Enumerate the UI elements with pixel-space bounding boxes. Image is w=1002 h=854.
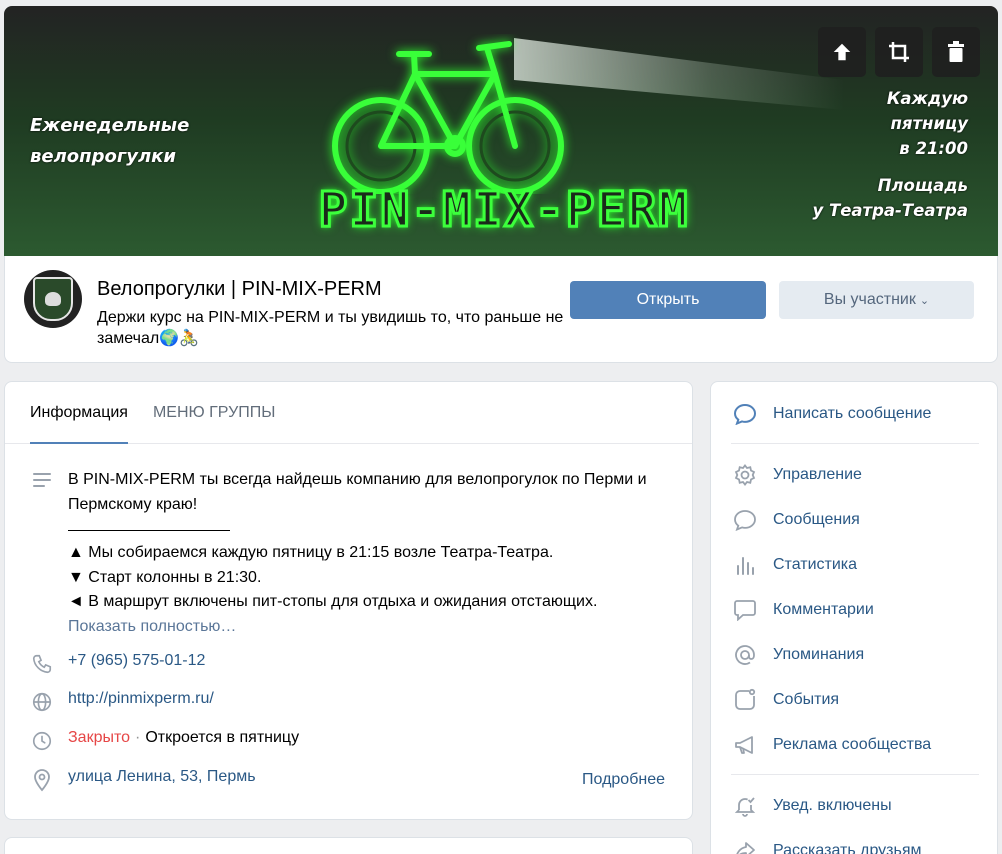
group-avatar[interactable]: [24, 270, 82, 328]
cover-right-line-4: у Театра-Театра: [812, 201, 968, 220]
side-item-ads[interactable]: Реклама сообщества: [732, 731, 931, 759]
side-item-comments[interactable]: Комментарии: [732, 596, 874, 624]
cover-right-line-3: Площадь: [877, 176, 968, 195]
next-card: [4, 837, 693, 854]
phone-number[interactable]: +7 (965) 575-01-12: [68, 652, 205, 670]
cover-right-line-2: в 21:00: [899, 139, 968, 158]
cover-left-line-1: Еженедельные: [30, 115, 190, 136]
gear-icon: [732, 462, 758, 488]
avatar-shield-icon: [33, 277, 73, 321]
share-arrow-icon: [732, 838, 758, 854]
bicycle-illustration: [332, 41, 564, 194]
website-row: http://pinmixperm.ru/: [30, 690, 670, 714]
description-line-3: ▼ Старт колонны в 21:30.: [68, 568, 262, 586]
phone-row: +7 (965) 575-01-12: [30, 652, 670, 676]
cover-image: Еженедельные велопрогулки Каждую пятницу…: [4, 6, 998, 256]
notifications-toggle[interactable]: Увед. включены: [732, 792, 892, 820]
bell-check-icon: [732, 793, 758, 819]
cover-left-caption: Еженедельные велопрогулки: [30, 110, 190, 172]
separator-dot: ·: [135, 729, 141, 746]
side-item-manage[interactable]: Управление: [732, 461, 862, 489]
open-button[interactable]: Открыть: [570, 281, 766, 319]
delete-cover-button[interactable]: [932, 27, 980, 77]
description-row: В PIN-MIX-PERM ты всегда найдешь компани…: [30, 468, 670, 639]
group-status: Держи курс на PIN-MIX-PERM и ты увидишь …: [97, 309, 564, 347]
closed-status: Закрыто: [68, 729, 131, 746]
write-message-label: Написать сообщение: [773, 405, 932, 422]
cover-logo-text: PIN-MIX-PERM: [317, 181, 690, 240]
cover-right-line-1: Каждую пятницу: [886, 89, 968, 133]
cover-right-caption: Каждую пятницу в 21:00 Площадь у Театра-…: [808, 86, 968, 223]
side-item-mentions[interactable]: Упоминания: [732, 641, 864, 669]
side-item-label: Статистика: [773, 556, 858, 573]
description-line-4: ◄ В маршрут включены пит-стопы для отдых…: [68, 593, 598, 610]
opens-text: Откроется в пятницу: [145, 729, 300, 746]
location-pin-icon: [30, 768, 54, 792]
member-dropdown-button[interactable]: Вы участник ⌄: [779, 281, 974, 319]
share-button[interactable]: Рассказать друзьям: [732, 837, 922, 854]
member-button-label: Вы участник: [823, 291, 916, 308]
cover-actions: [818, 27, 980, 77]
trash-icon: [948, 41, 964, 62]
megaphone-icon: [732, 732, 758, 758]
phone-icon: [30, 652, 54, 676]
stats-icon: [732, 552, 758, 578]
write-message-button[interactable]: Написать сообщение: [732, 400, 931, 428]
address-link[interactable]: улица Ленина, 53, Пермь: [68, 768, 256, 786]
side-item-stats[interactable]: Статистика: [732, 551, 857, 579]
globe-icon: [30, 690, 54, 714]
side-item-label: Упоминания: [773, 646, 865, 663]
tabs: Информация МЕНЮ ГРУППЫ: [5, 382, 692, 444]
side-divider: [731, 443, 979, 444]
cover-left-line-2: велопрогулки: [30, 146, 176, 167]
description-icon: [30, 468, 54, 492]
crop-cover-button[interactable]: [875, 27, 923, 77]
side-item-label: Управление: [773, 466, 862, 483]
description-text: В PIN-MIX-PERM ты всегда найдешь компани…: [68, 468, 670, 639]
clock-icon: [30, 729, 54, 753]
chat-bubble-icon: [732, 401, 758, 427]
side-item-messages[interactable]: Сообщения: [732, 506, 860, 534]
tab-group-menu[interactable]: МЕНЮ ГРУППЫ: [153, 382, 275, 444]
group-header: Велопрогулки | PIN-MIX-PERM Держи курс н…: [4, 256, 998, 363]
address-row: улица Ленина, 53, Пермь: [30, 768, 670, 792]
show-more-link[interactable]: Показать полностью…: [68, 615, 670, 639]
more-details-link[interactable]: Подробнее: [582, 771, 665, 789]
website-link[interactable]: http://pinmixperm.ru/: [68, 690, 214, 708]
notifications-label: Увед. включены: [773, 797, 892, 814]
tab-info[interactable]: Информация: [30, 382, 128, 444]
side-item-label: Реклама сообщества: [773, 736, 932, 753]
side-item-events[interactable]: События: [732, 686, 839, 714]
message-icon: [732, 507, 758, 533]
side-menu: Написать сообщение Управление Сообщения …: [710, 381, 998, 854]
comment-icon: [732, 597, 758, 623]
chevron-down-icon: ⌄: [919, 294, 930, 307]
description-separator: [68, 517, 230, 531]
info-card: Информация МЕНЮ ГРУППЫ В PIN-MIX-PERM ты…: [4, 381, 693, 820]
side-divider: [731, 774, 979, 775]
crop-icon: [889, 42, 909, 62]
side-item-label: События: [773, 691, 840, 708]
hours-row: Закрыто · Откроется в пятницу: [30, 729, 670, 753]
share-label: Рассказать друзьям: [773, 842, 922, 854]
description-intro: В PIN-MIX-PERM ты всегда найдешь компани…: [68, 471, 647, 513]
side-item-label: Комментарии: [773, 601, 874, 618]
upload-cover-button[interactable]: [818, 27, 866, 77]
group-title: Велопрогулки | PIN-MIX-PERM: [97, 278, 382, 300]
upload-icon: [833, 43, 851, 61]
side-item-label: Сообщения: [773, 511, 860, 528]
event-icon: [732, 687, 758, 713]
description-line-2: ▲ Мы собираемся каждую пятницу в 21:15 в…: [68, 544, 554, 561]
at-icon: [732, 642, 758, 668]
